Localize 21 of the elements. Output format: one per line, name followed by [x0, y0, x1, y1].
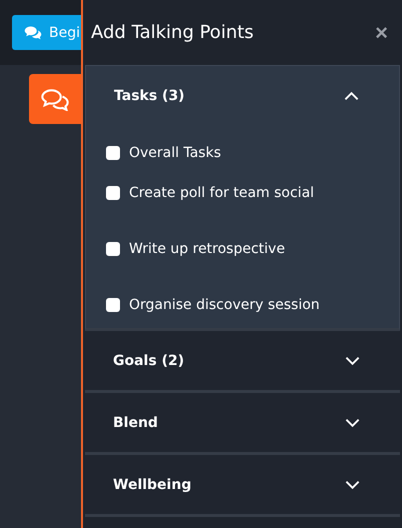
chevron-up-icon [344, 90, 359, 100]
section-header[interactable]: Tasks (3) [86, 66, 399, 125]
task-label: Write up retrospective [129, 241, 285, 257]
checkbox[interactable] [106, 298, 120, 312]
task-label: Create poll for team social [129, 185, 314, 201]
checkbox[interactable] [106, 242, 120, 256]
section-header[interactable]: Blend [85, 393, 400, 452]
section-header[interactable]: Goals (2) [85, 331, 400, 390]
talking-points-button[interactable] [29, 74, 81, 124]
task-label: Overall Tasks [129, 145, 221, 161]
chat-icon [24, 25, 42, 40]
panel-title: Add Talking Points [91, 22, 254, 43]
task-label: Organise discovery session [129, 297, 320, 313]
section-header[interactable]: Wellbeing [85, 455, 400, 514]
chevron-down-icon [345, 356, 360, 366]
chat-icon [41, 88, 69, 110]
close-button[interactable]: × [371, 22, 392, 44]
chevron-down-icon [345, 418, 360, 428]
chevron-down-icon [345, 480, 360, 490]
checkbox[interactable] [106, 186, 120, 200]
checkbox[interactable] [106, 146, 120, 160]
